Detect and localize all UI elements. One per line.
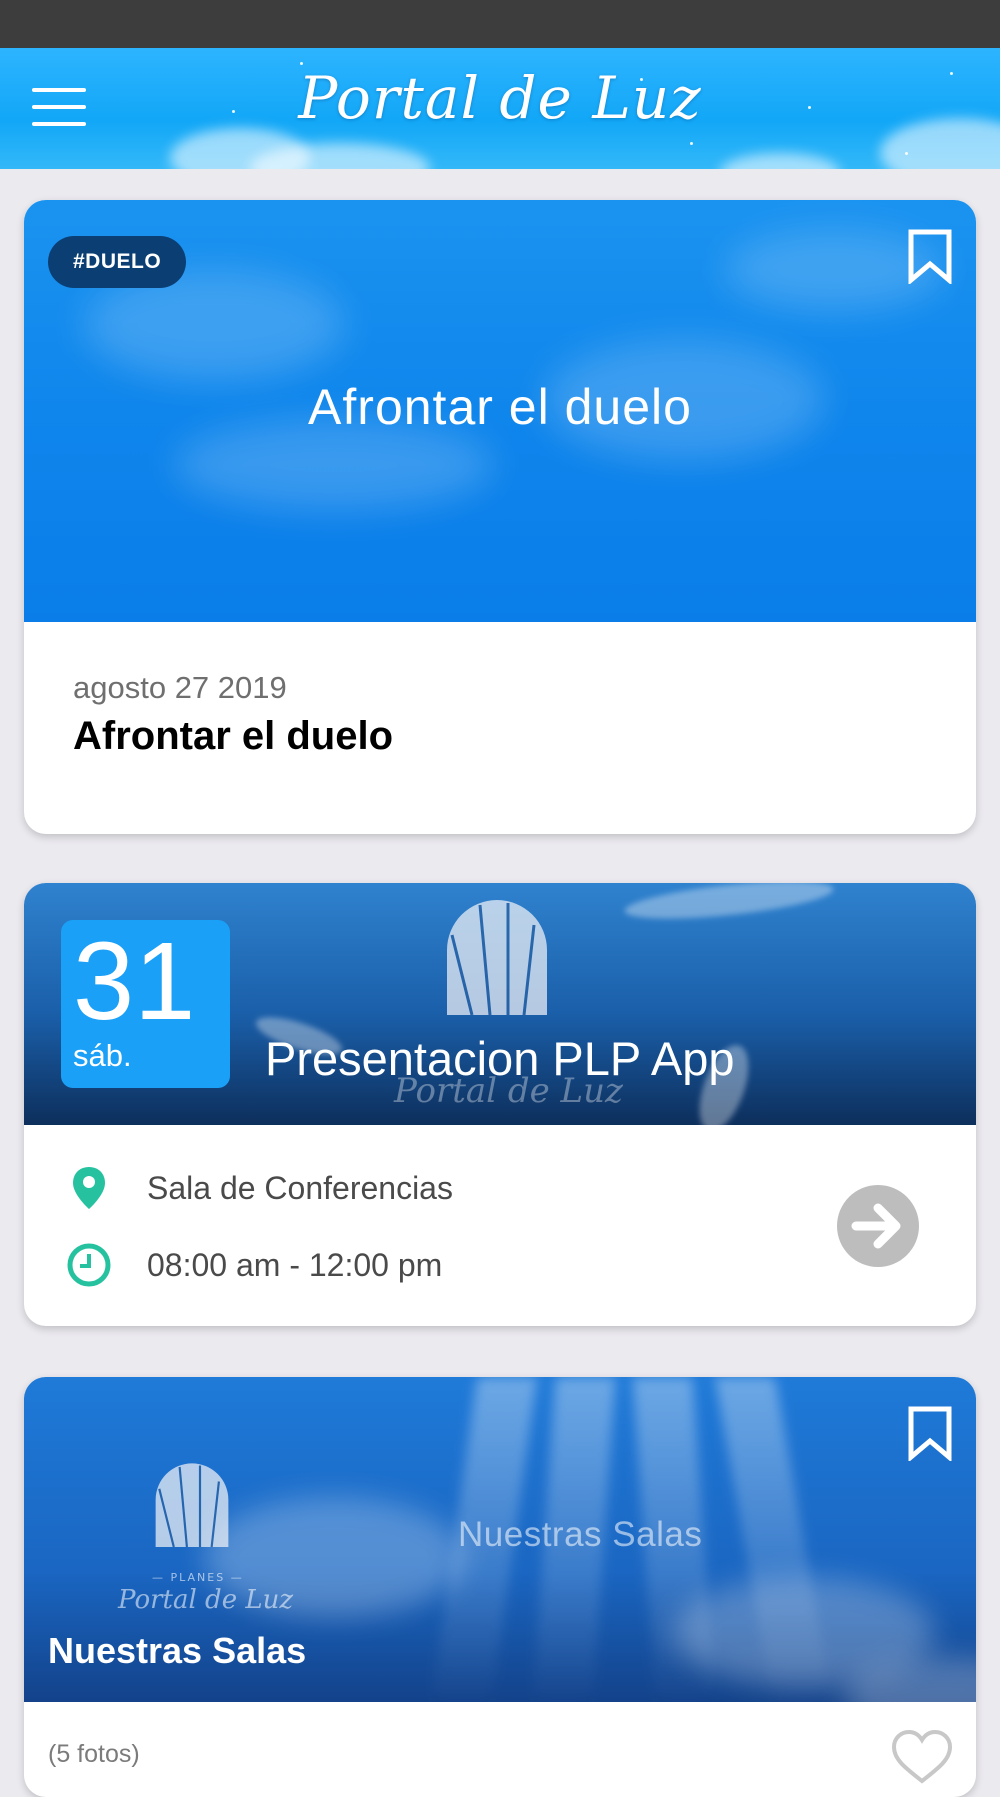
bookmark-icon[interactable] — [906, 1405, 954, 1461]
arrow-right-circle-icon[interactable] — [836, 1184, 920, 1268]
app-bar: Portal de Luz — [0, 48, 1000, 169]
tag-chip[interactable]: #DUELO — [48, 236, 187, 288]
gallery-title[interactable]: Nuestras Salas — [48, 1630, 306, 1672]
gallery-logo-subtitle: — PLANES — — [152, 1571, 244, 1584]
bookmark-icon[interactable] — [906, 228, 954, 284]
event-weekday: sáb. — [73, 1038, 132, 1073]
gallery-logo-text: Portal de Luz — [118, 1585, 294, 1615]
event-location-row: Sala de Conferencias — [64, 1163, 453, 1213]
article-title[interactable]: Afrontar el duelo — [73, 714, 393, 759]
article-date: agosto 27 2019 — [73, 670, 287, 705]
location-pin-icon — [73, 1167, 105, 1209]
event-location: Sala de Conferencias — [147, 1169, 453, 1206]
article-image-caption: Afrontar el duelo — [308, 379, 692, 435]
logo-mark-icon — [447, 900, 547, 1016]
event-time: 08:00 am - 12:00 pm — [147, 1246, 443, 1283]
gallery-image: — PLANES — Portal de Luz Nuestras Salas … — [24, 1377, 976, 1702]
gallery-logo-icon — [155, 1463, 229, 1548]
heart-outline-icon[interactable] — [890, 1729, 954, 1785]
article-image: #DUELO Afrontar el duelo — [24, 200, 976, 622]
event-title[interactable]: Presentacion PLP App — [265, 1031, 734, 1086]
event-image: Portal de Luz 31 sáb. Presentacion PLP A… — [24, 883, 976, 1125]
photo-count: (5 fotos) — [48, 1740, 140, 1768]
clock-icon — [67, 1243, 111, 1287]
article-card[interactable]: #DUELO Afrontar el duelo agosto 27 2019 … — [24, 200, 976, 834]
event-date-box: 31 sáb. — [61, 920, 230, 1088]
event-card[interactable]: Portal de Luz 31 sáb. Presentacion PLP A… — [24, 883, 976, 1326]
event-time-row: 08:00 am - 12:00 pm — [64, 1240, 442, 1290]
event-day: 31 — [73, 920, 196, 1043]
gallery-card[interactable]: — PLANES — Portal de Luz Nuestras Salas … — [24, 1377, 976, 1797]
status-bar — [0, 0, 1000, 48]
gallery-image-caption: Nuestras Salas — [458, 1515, 703, 1554]
app-logo-title: Portal de Luz — [298, 64, 702, 132]
